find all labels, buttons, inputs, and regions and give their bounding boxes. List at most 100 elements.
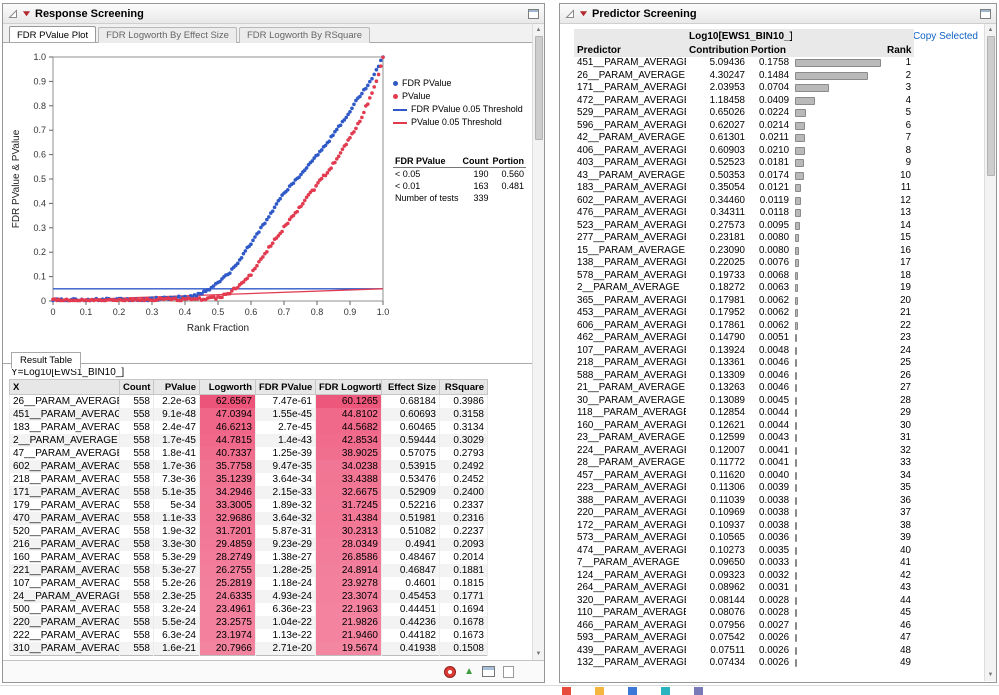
green-arrow-icon[interactable]: ▲ — [464, 666, 474, 678]
taskbar-app-icon[interactable] — [595, 687, 604, 695]
result-row[interactable]: 26__PARAM_AVERAGE5582.2e-6362.65677.47e-… — [10, 395, 488, 409]
result-row[interactable]: 500__PARAM_AVERAGE5583.2e-2423.49616.36e… — [10, 603, 488, 616]
predictor-row[interactable]: 466__PARAM_AVERAGE0.079560.002746 — [574, 620, 914, 633]
predictor-row[interactable]: 474__PARAM_AVERAGE0.102730.003540 — [574, 545, 914, 558]
window-panel-icon[interactable] — [528, 9, 539, 19]
predictor-row[interactable]: 21__PARAM_AVERAGE0.132630.004627 — [574, 382, 914, 395]
scroll-down-icon[interactable]: ▼ — [985, 669, 997, 681]
predictor-row[interactable]: 451__PARAM_AVERAGE5.094360.17581 — [574, 57, 914, 70]
taskbar-app-icon[interactable] — [694, 687, 703, 695]
predictor-row[interactable]: 7__PARAM_AVERAGE0.096500.003341 — [574, 557, 914, 570]
predictor-row[interactable]: 23__PARAM_AVERAGE0.125990.004331 — [574, 432, 914, 445]
predictor-row[interactable]: 220__PARAM_AVERAGE0.109690.003837 — [574, 507, 914, 520]
predictor-row[interactable]: 26__PARAM_AVERAGE4.302470.14842 — [574, 70, 914, 83]
response-scrollbar[interactable]: ▲ ▼ — [532, 24, 544, 660]
record-script-icon[interactable] — [444, 666, 456, 678]
red-triangle-menu-icon[interactable] — [22, 9, 31, 18]
result-row[interactable]: 520__PARAM_AVERAGE5581.9e-3231.72015.87e… — [10, 525, 488, 538]
predictor-row[interactable]: 264__PARAM_AVERAGE0.089620.003143 — [574, 582, 914, 595]
predictor-row[interactable]: 476__PARAM_AVERAGE0.343110.011813 — [574, 207, 914, 220]
result-row[interactable]: 179__PARAM_AVERAGE5585e-3433.30051.89e-3… — [10, 499, 488, 512]
predictor-row[interactable]: 42__PARAM_AVERAGE0.613010.02117 — [574, 132, 914, 145]
contribution-column-header[interactable]: Contribution — [686, 43, 748, 57]
predictor-row[interactable]: 472__PARAM_AVERAGE1.184580.04094 — [574, 95, 914, 108]
result-table-tab[interactable]: Result Table — [11, 352, 81, 369]
result-row[interactable]: 2__PARAM_AVERAGE5581.7e-4544.78151.4e-43… — [10, 434, 488, 447]
predictor-row[interactable]: 403__PARAM_AVERAGE0.525230.01819 — [574, 157, 914, 170]
predictor-row[interactable]: 110__PARAM_AVERAGE0.080760.002845 — [574, 607, 914, 620]
result-row[interactable]: 107__PARAM_AVERAGE5585.2e-2625.28191.18e… — [10, 577, 488, 590]
predictor-row[interactable]: 160__PARAM_AVERAGE0.126210.004430 — [574, 420, 914, 433]
predictor-row[interactable]: 606__PARAM_AVERAGE0.178610.006222 — [574, 320, 914, 333]
taskbar-app-icon[interactable] — [628, 687, 637, 695]
rank-column-header[interactable]: Rank — [884, 43, 914, 57]
result-row[interactable]: 47__PARAM_AVERAGE5581.8e-4140.73371.25e-… — [10, 447, 488, 460]
predictor-row[interactable]: 107__PARAM_AVERAGE0.139240.004824 — [574, 345, 914, 358]
predictor-row[interactable]: 573__PARAM_AVERAGE0.105650.003639 — [574, 532, 914, 545]
predictor-screening-titlebar[interactable]: Predictor Screening — [560, 4, 996, 24]
predictor-row[interactable]: 365__PARAM_AVERAGE0.179810.006220 — [574, 295, 914, 308]
predictor-row[interactable]: 388__PARAM_AVERAGE0.110390.003836 — [574, 495, 914, 508]
predictor-row[interactable]: 596__PARAM_AVERAGE0.620270.02146 — [574, 120, 914, 133]
predictor-row[interactable]: 30__PARAM_AVERAGE0.130890.004528 — [574, 395, 914, 408]
scroll-thumb[interactable] — [535, 36, 543, 140]
scroll-up-icon[interactable]: ▲ — [533, 24, 545, 36]
result-row[interactable]: 221__PARAM_AVERAGE5585.3e-2726.27551.28e… — [10, 564, 488, 577]
copy-selected-link[interactable]: Copy Selected — [913, 31, 978, 42]
result-row[interactable]: 220__PARAM_AVERAGE5585.5e-2423.25751.04e… — [10, 616, 488, 629]
predictor-scrollbar[interactable]: ▲ ▼ — [984, 24, 996, 681]
predictor-row[interactable]: 439__PARAM_AVERAGE0.075110.002648 — [574, 645, 914, 658]
predictor-row[interactable]: 28__PARAM_AVERAGE0.117720.004133 — [574, 457, 914, 470]
predictor-row[interactable]: 172__PARAM_AVERAGE0.109370.003838 — [574, 520, 914, 533]
predictor-row[interactable]: 578__PARAM_AVERAGE0.197330.006818 — [574, 270, 914, 283]
response-screening-titlebar[interactable]: Response Screening — [3, 4, 544, 24]
predictor-row[interactable]: 124__PARAM_AVERAGE0.093230.003242 — [574, 570, 914, 583]
result-row[interactable]: 171__PARAM_AVERAGE5585.1e-3534.29462.15e… — [10, 486, 488, 499]
result-row[interactable]: 222__PARAM_AVERAGE5586.3e-2423.19741.13e… — [10, 629, 488, 642]
result-column-header[interactable]: RSquare — [440, 380, 488, 395]
predictor-row[interactable]: 218__PARAM_AVERAGE0.133610.004625 — [574, 357, 914, 370]
result-column-header[interactable]: FDR PValue — [256, 380, 316, 395]
predictor-row[interactable]: 138__PARAM_AVERAGE0.220250.007617 — [574, 257, 914, 270]
predictor-row[interactable]: 457__PARAM_AVERAGE0.116200.004034 — [574, 470, 914, 483]
predictor-row[interactable]: 602__PARAM_AVERAGE0.344600.011912 — [574, 195, 914, 208]
predictor-column-header[interactable]: Predictor — [574, 43, 686, 57]
fdr-pvalue-plot[interactable]: 00.10.20.30.40.50.60.70.80.91.000.10.20.… — [7, 47, 393, 347]
predictor-row[interactable]: 320__PARAM_AVERAGE0.081440.002844 — [574, 595, 914, 608]
predictor-row[interactable]: 588__PARAM_AVERAGE0.133090.004626 — [574, 370, 914, 383]
predictor-row[interactable]: 224__PARAM_AVERAGE0.120070.004132 — [574, 445, 914, 458]
predictor-row[interactable]: 593__PARAM_AVERAGE0.075420.002647 — [574, 632, 914, 645]
predictor-row[interactable]: 277__PARAM_AVERAGE0.231810.008015 — [574, 232, 914, 245]
tab-fdr-pvalue-plot[interactable]: FDR PValue Plot — [9, 26, 96, 42]
predictor-row[interactable]: 529__PARAM_AVERAGE0.650260.02245 — [574, 107, 914, 120]
result-row[interactable]: 160__PARAM_AVERAGE5585.3e-2928.27491.38e… — [10, 551, 488, 564]
predictor-row[interactable]: 15__PARAM_AVERAGE0.230900.008016 — [574, 245, 914, 258]
result-row[interactable]: 216__PARAM_AVERAGE5583.3e-3029.48599.23e… — [10, 538, 488, 551]
predictor-row[interactable]: 43__PARAM_AVERAGE0.503530.017410 — [574, 170, 914, 183]
tab-fdr-logworth-by-effect-size[interactable]: FDR Logworth By Effect Size — [98, 27, 237, 43]
scroll-down-icon[interactable]: ▼ — [533, 648, 545, 660]
result-row[interactable]: 602__PARAM_AVERAGE5581.7e-3635.77589.47e… — [10, 460, 488, 473]
predictor-row[interactable]: 523__PARAM_AVERAGE0.275730.009514 — [574, 220, 914, 233]
predictor-row[interactable]: 462__PARAM_AVERAGE0.147900.005123 — [574, 332, 914, 345]
result-column-header[interactable]: Count — [120, 380, 154, 395]
predictor-row[interactable]: 2__PARAM_AVERAGE0.182720.006319 — [574, 282, 914, 295]
result-column-header[interactable]: Effect Size — [382, 380, 440, 395]
portion-column-header[interactable]: Portion — [748, 43, 884, 57]
scroll-up-icon[interactable]: ▲ — [985, 24, 997, 36]
result-column-header[interactable]: X — [10, 380, 120, 395]
predictor-row[interactable]: 406__PARAM_AVERAGE0.609030.02108 — [574, 145, 914, 158]
window-icon[interactable] — [482, 666, 495, 677]
result-column-header[interactable]: Logworth — [200, 380, 256, 395]
taskbar-app-icon[interactable] — [562, 687, 571, 695]
predictor-row[interactable]: 223__PARAM_AVERAGE0.113060.003935 — [574, 482, 914, 495]
red-triangle-menu-icon[interactable] — [579, 9, 588, 18]
document-icon[interactable] — [503, 666, 514, 678]
predictor-row[interactable]: 118__PARAM_AVERAGE0.128540.004429 — [574, 407, 914, 420]
predictor-row[interactable]: 132__PARAM_AVERAGE0.074340.002649 — [574, 657, 914, 670]
result-row[interactable]: 451__PARAM_AVERAGE5589.1e-4847.03941.55e… — [10, 408, 488, 421]
result-column-header[interactable]: PValue — [154, 380, 200, 395]
tab-fdr-logworth-by-rsquare[interactable]: FDR Logworth By RSquare — [239, 27, 370, 43]
predictor-row[interactable]: 453__PARAM_AVERAGE0.179520.006221 — [574, 307, 914, 320]
result-row[interactable]: 310__PARAM_AVERAGE5581.6e-2120.79662.71e… — [10, 642, 488, 656]
